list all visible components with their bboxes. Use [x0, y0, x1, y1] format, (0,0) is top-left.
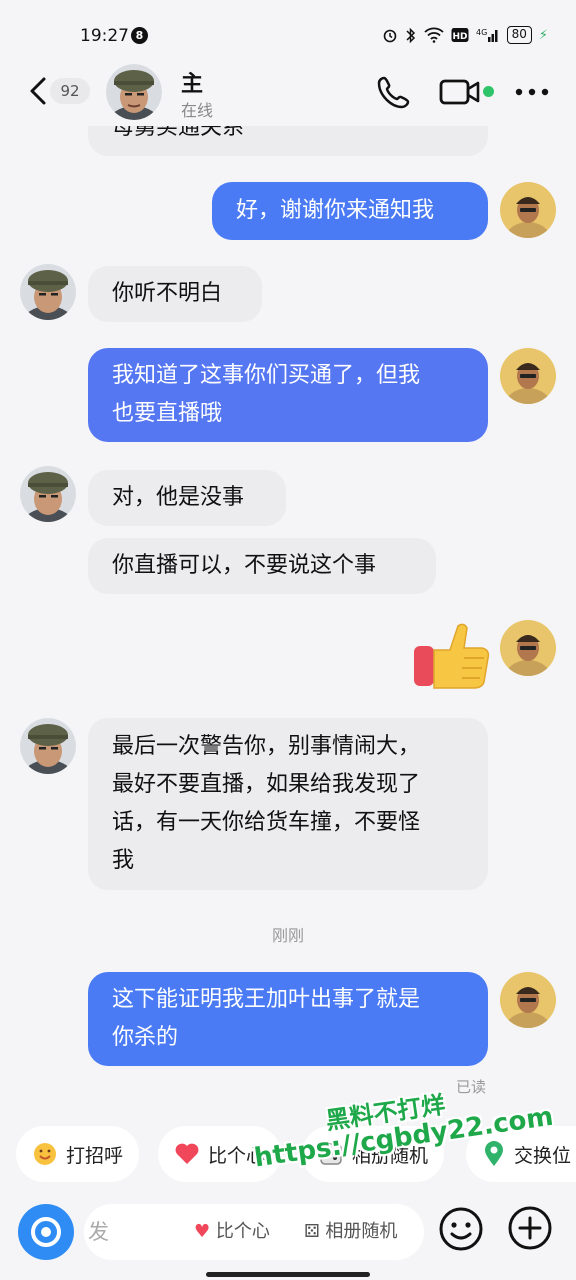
outgoing-message-bubble[interactable]: 我知道了这事你们买通了，但我 也要直播哦 [88, 348, 488, 442]
heart-icon [175, 1143, 199, 1164]
outgoing-message-bubble[interactable]: 好，谢谢你来通知我 [212, 182, 488, 240]
message-text: 对，他是没事 [112, 485, 245, 510]
message-line: 我知道了这事你们买通了，但我 [112, 363, 421, 388]
svg-text:HD: HD [452, 32, 467, 42]
contact-avatar[interactable] [20, 718, 76, 774]
back-chevron-icon[interactable] [26, 76, 52, 106]
plus-icon[interactable] [506, 1204, 554, 1252]
more-options-icon[interactable] [513, 80, 551, 104]
message-line: 我 [112, 848, 135, 873]
input-placeholder: 发 [88, 1220, 109, 1244]
online-status: 在线 [181, 101, 214, 120]
wifi-icon [423, 27, 444, 43]
status-time: 19:27 [80, 26, 129, 46]
charging-icon: ⚡ [538, 27, 548, 43]
message-input[interactable]: 发 ♥ 比个心 ⚄ 相册随机 [84, 1204, 424, 1260]
svg-text:4G: 4G [476, 28, 487, 37]
message-line: 最后一次警告你，别事情闹大， [112, 734, 421, 759]
status-bar: 19:27 8 HD 4G 80 ⚡ [0, 0, 576, 64]
quick-action-label: 交换位 [514, 1144, 572, 1167]
thumbs-up-emoji-icon[interactable] [412, 620, 492, 692]
bluetooth-icon [406, 27, 415, 43]
contact-avatar[interactable] [20, 264, 76, 320]
my-avatar[interactable] [500, 620, 556, 676]
input-ghost-album: ⚄ 相册随机 [304, 1221, 398, 1242]
message-text: 你直播可以，不要说这个事 [112, 553, 377, 578]
message-line: 你杀的 [112, 1025, 179, 1050]
camera-button[interactable] [18, 1204, 74, 1260]
signal-icon: 4G [476, 28, 498, 42]
my-avatar[interactable] [500, 348, 556, 404]
message-line: 这下能证明我王加叶出事了就是 [112, 987, 421, 1012]
input-bar: 发 ♥ 比个心 ⚄ 相册随机 [0, 1196, 576, 1280]
status-icons: HD 4G 80 ⚡ [382, 26, 548, 44]
message-text: 母舅买通关系 [112, 126, 245, 140]
smile-icon [34, 1143, 56, 1165]
message-line: 话，有一天你给货车撞，不要怪 [112, 810, 421, 835]
incoming-message-bubble[interactable]: 对，他是没事 [88, 470, 286, 526]
battery-indicator: 80 [506, 26, 532, 44]
message-text: 好，谢谢你来通知我 [236, 198, 435, 223]
input-ghost-heart: ♥ 比个心 [194, 1221, 270, 1242]
message-line: 也要直播哦 [112, 401, 223, 426]
incoming-message-bubble[interactable]: 最后一次警告你，别事情闹大， 最好不要直播，如果给我发现了 话，有一天你给货车撞… [88, 718, 488, 890]
message-text: 你听不明白 [112, 281, 223, 306]
incoming-message-bubble[interactable]: 你听不明白 [88, 266, 262, 322]
quick-action-greet[interactable]: 打招呼 [16, 1126, 140, 1182]
unread-count-badge[interactable]: 92 [50, 78, 90, 104]
incoming-message-bubble[interactable]: 你直播可以，不要说这个事 [88, 538, 436, 594]
contact-name: 主 [181, 72, 204, 97]
hd-icon: HD [451, 28, 469, 42]
video-call-icon[interactable] [438, 76, 482, 108]
phone-call-icon[interactable] [376, 74, 412, 110]
quick-action-label: 打招呼 [66, 1144, 124, 1167]
online-indicator-dot [483, 86, 494, 97]
emoji-icon[interactable] [436, 1204, 486, 1254]
message-list[interactable]: 母舅买通关系 好，谢谢你来通知我 你听不明白 我知道了这事你们买通了，但我 也要… [0, 126, 576, 1096]
message-line: 最好不要直播，如果给我发现了 [112, 772, 421, 797]
chat-header: 92 主 在线 [0, 64, 576, 126]
incoming-message-bubble[interactable]: 母舅买通关系 [88, 126, 488, 156]
home-indicator [206, 1272, 370, 1277]
alarm-icon [383, 29, 396, 43]
notification-badge: 8 [131, 27, 148, 44]
contact-avatar[interactable] [106, 64, 162, 120]
read-receipt: 已读 [455, 1078, 486, 1096]
my-avatar[interactable] [500, 972, 556, 1028]
contact-avatar[interactable] [20, 466, 76, 522]
my-avatar[interactable] [500, 182, 556, 238]
outgoing-message-bubble[interactable]: 这下能证明我王加叶出事了就是 你杀的 [88, 972, 488, 1066]
location-icon [485, 1141, 503, 1166]
camera-icon [31, 1217, 61, 1247]
message-timestamp: 刚刚 [271, 926, 304, 945]
